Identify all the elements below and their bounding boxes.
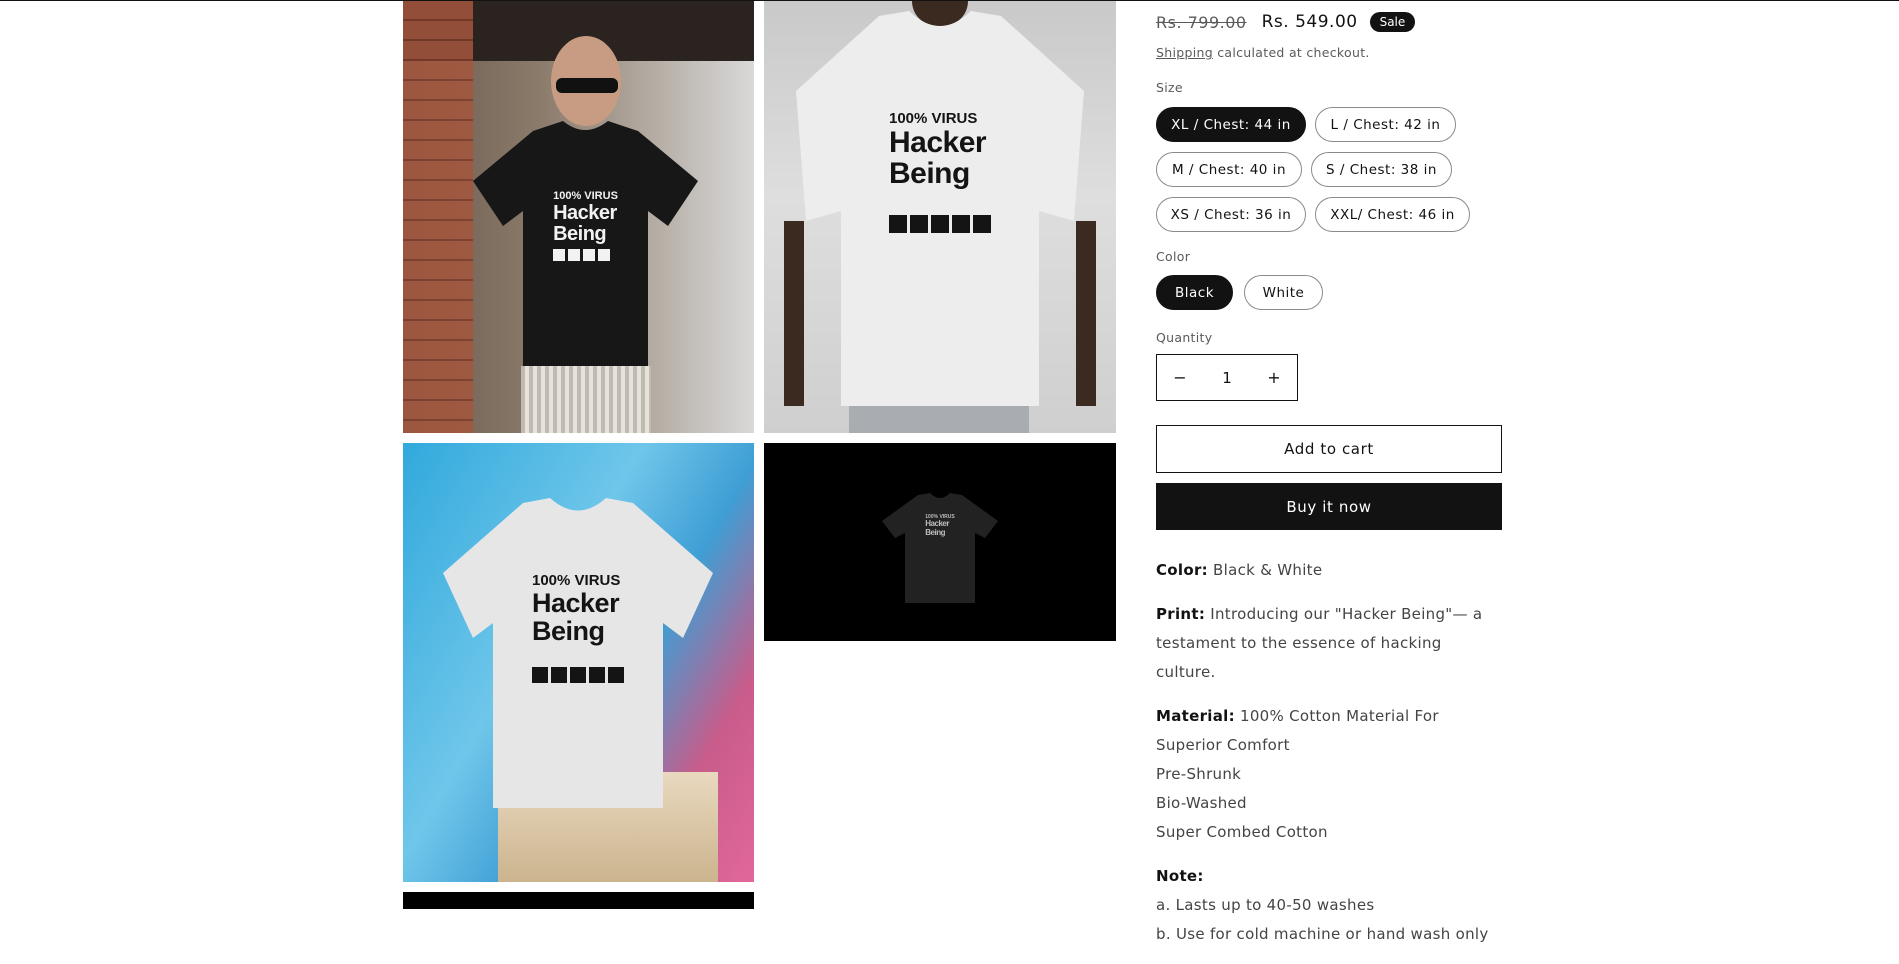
product-image-4[interactable]: 100% VIRUS Hacker Being	[764, 443, 1116, 641]
desc-material: Material: 100% Cotton Material For Super…	[1156, 702, 1502, 847]
tee-print: 100% VIRUS Hacker Being	[925, 514, 954, 537]
plus-icon[interactable]: +	[1251, 355, 1297, 400]
size-option-l[interactable]: L / Chest: 42 in	[1315, 107, 1456, 142]
sale-price: Rs. 549.00	[1261, 12, 1358, 32]
print-line-2: Hacker	[889, 125, 987, 159]
quantity-stepper: − 1 +	[1156, 354, 1298, 401]
white-tee: 100% VIRUS Hacker Being	[784, 11, 1096, 406]
product-image-2[interactable]: 100% VIRUS Hacker Being	[764, 1, 1116, 433]
tee-print: 100% VIRUS Hacker Being	[889, 111, 991, 233]
sale-badge: Sale	[1369, 12, 1416, 32]
desc-print-key: Print:	[1156, 605, 1206, 623]
shipping-note: Shipping calculated at checkout.	[1156, 45, 1370, 60]
print-line-1: 100% VIRUS	[553, 190, 618, 202]
white-tee-floating: 100% VIRUS Hacker Being	[438, 498, 718, 808]
product-image-5[interactable]	[403, 892, 754, 909]
desc-color-val: Black & White	[1207, 561, 1323, 579]
print-icons	[889, 214, 991, 233]
quantity-label: Quantity	[1156, 330, 1213, 345]
tee-print: 100% VIRUS Hacker Being	[553, 190, 618, 261]
add-to-cart-button[interactable]: Add to cart	[1156, 425, 1502, 473]
desc-print: Print: Introducing our "Hacker Being"— a…	[1156, 600, 1502, 687]
product-description: Color: Black & White Print: Introducing …	[1156, 556, 1502, 964]
size-option-xxl[interactable]: XXL/ Chest: 46 in	[1315, 197, 1470, 232]
note-item: b. Use for cold machine or hand wash onl…	[1156, 925, 1489, 943]
black-tee: 100% VIRUS Hacker Being	[463, 121, 708, 366]
sunglasses	[556, 78, 618, 93]
desc-note-key: Note:	[1156, 867, 1204, 885]
minus-icon[interactable]: −	[1157, 355, 1203, 400]
print-line-2: Hacker	[553, 201, 617, 224]
price: Rs. 799.00 Rs. 549.00 Sale	[1156, 12, 1416, 32]
desc-material-key: Material:	[1156, 707, 1235, 725]
print-icons	[553, 248, 611, 261]
regular-price: Rs. 799.00	[1156, 12, 1247, 32]
size-option-xl[interactable]: XL / Chest: 44 in	[1156, 107, 1306, 142]
quantity-input[interactable]: 1	[1203, 369, 1251, 387]
size-label: Size	[1156, 80, 1183, 95]
tee-shape	[882, 493, 998, 603]
buy-it-now-button[interactable]: Buy it now	[1156, 483, 1502, 530]
black-tee-dark: 100% VIRUS Hacker Being	[880, 493, 1000, 603]
color-option-black[interactable]: Black	[1156, 275, 1233, 310]
product-image-3[interactable]: 100% VIRUS Hacker Being	[403, 443, 754, 882]
print-icons	[532, 667, 624, 684]
size-option-s[interactable]: S / Chest: 38 in	[1311, 152, 1452, 187]
print-line-1: 100% VIRUS	[889, 110, 978, 127]
desc-print-val: Introducing our "Hacker Being"— a testam…	[1156, 605, 1483, 681]
jeans	[849, 406, 1029, 433]
checkered-pants	[521, 366, 651, 433]
print-line-3: Being	[532, 616, 605, 647]
feature-item: Bio-Washed	[1156, 794, 1247, 812]
desc-note: Note: a. Lasts up to 40-50 washes b. Use…	[1156, 862, 1502, 949]
desc-color: Color: Black & White	[1156, 556, 1502, 585]
product-image-1[interactable]: 100% VIRUS Hacker Being	[403, 1, 754, 433]
print-line-3: Being	[553, 222, 607, 245]
note-item: a. Lasts up to 40-50 washes	[1156, 896, 1375, 914]
size-option-m[interactable]: M / Chest: 40 in	[1156, 152, 1302, 187]
print-line-1: 100% VIRUS	[532, 572, 621, 589]
shipping-link[interactable]: Shipping	[1156, 45, 1213, 60]
shipping-text: calculated at checkout.	[1212, 45, 1370, 60]
color-option-white[interactable]: White	[1244, 275, 1323, 310]
feature-item: Super Combed Cotton	[1156, 823, 1328, 841]
size-option-xs[interactable]: XS / Chest: 36 in	[1156, 197, 1306, 232]
print-line-3: Being	[925, 527, 945, 537]
print-line-3: Being	[889, 157, 970, 191]
print-line-2: Hacker	[532, 587, 620, 618]
tee-print: 100% VIRUS Hacker Being	[532, 572, 624, 684]
desc-color-key: Color:	[1156, 561, 1208, 579]
feature-item: Pre-Shrunk	[1156, 765, 1242, 783]
color-label: Color	[1156, 249, 1191, 264]
